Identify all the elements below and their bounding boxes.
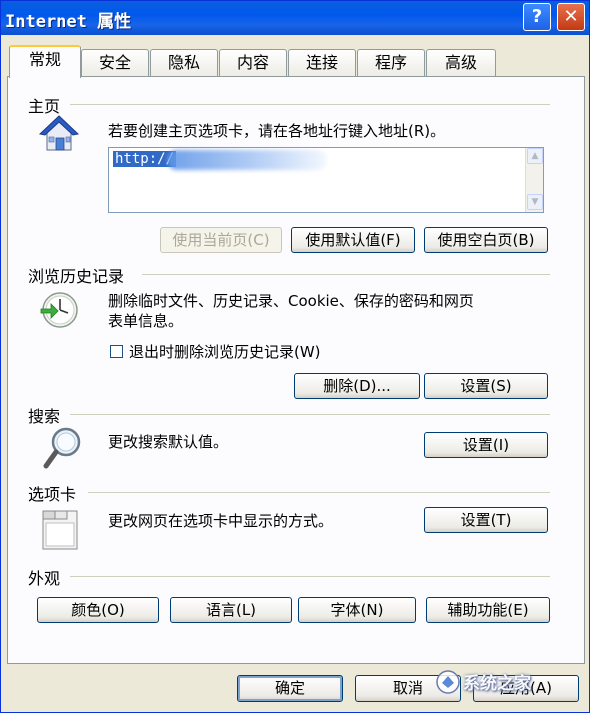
search-settings-button[interactable]: 设置(I) [424, 432, 548, 458]
search-magnifier-icon [43, 427, 81, 469]
tab-privacy[interactable]: 隐私 [150, 49, 218, 77]
homepage-scrollbar[interactable]: ▲ ▼ [525, 148, 543, 212]
home-icon [38, 115, 80, 151]
use-default-button[interactable]: 使用默认值(F) [291, 227, 415, 253]
watermark-text: 系统之家 [463, 674, 531, 694]
delete-on-exit-checkbox[interactable] [110, 345, 123, 358]
tab-connections[interactable]: 连接 [288, 49, 356, 77]
help-button[interactable]: ? [523, 3, 551, 31]
history-clock-icon [40, 292, 78, 328]
search-divider [70, 414, 550, 415]
close-button[interactable]: ✕ [557, 3, 585, 31]
tab-security[interactable]: 安全 [81, 49, 149, 77]
history-description-line2: 表单信息。 [108, 312, 184, 330]
tab-programs[interactable]: 程序 [357, 49, 425, 77]
fonts-button[interactable]: 字体(N) [298, 597, 416, 623]
internet-properties-dialog: Internet 属性 ? ✕ 常规 安全 隐私 内容 连接 程序 高级 主页 … [0, 0, 590, 713]
title-bar[interactable]: Internet 属性 ? ✕ [1, 1, 589, 35]
homepage-address-input[interactable]: http:// ▲ ▼ [108, 147, 544, 213]
redacted-url-blur [167, 150, 327, 170]
homepage-instruction: 若要创建主页选项卡，请在各地址行键入地址(R)。 [108, 122, 446, 140]
tabs-description: 更改网页在选项卡中显示的方式。 [108, 512, 334, 530]
search-section-title: 搜索 [28, 407, 61, 426]
search-description: 更改搜索默认值。 [108, 433, 229, 451]
delete-on-exit-label[interactable]: 退出时删除浏览历史记录(W) [129, 342, 321, 362]
scroll-up-icon[interactable]: ▲ [527, 148, 543, 164]
tabs-settings-button[interactable]: 设置(T) [424, 507, 548, 533]
window-title: Internet 属性 [5, 12, 132, 32]
tab-advanced[interactable]: 高级 [426, 49, 496, 77]
use-current-button[interactable]: 使用当前页(C) [160, 227, 282, 253]
history-description-line1: 删除临时文件、历史记录、Cookie、保存的密码和网页 [108, 292, 474, 310]
accessibility-button[interactable]: 辅助功能(E) [426, 597, 550, 623]
history-divider [142, 274, 550, 275]
tabs-divider [88, 492, 550, 493]
appearance-section-title: 外观 [28, 569, 61, 588]
colors-button[interactable]: 颜色(O) [37, 597, 159, 623]
ok-button[interactable]: 确定 [237, 675, 343, 702]
tab-general[interactable]: 常规 [9, 45, 81, 78]
history-settings-button[interactable]: 设置(S) [424, 373, 548, 399]
tabbed-window-icon [42, 510, 78, 550]
homepage-divider [70, 104, 550, 105]
use-blank-button[interactable]: 使用空白页(B) [424, 227, 548, 253]
scroll-down-icon[interactable]: ▼ [527, 194, 543, 210]
tabs-section-title: 选项卡 [28, 485, 77, 504]
watermark-logo-icon [436, 670, 460, 694]
general-tab-panel: 主页 若要创建主页选项卡，请在各地址行键入地址(R)。 http:// ▲ ▼ … [7, 76, 585, 664]
tab-content[interactable]: 内容 [219, 49, 287, 77]
delete-history-button[interactable]: 删除(D)... [294, 373, 420, 399]
appearance-divider [70, 576, 550, 577]
languages-button[interactable]: 语言(L) [170, 597, 292, 623]
history-section-title: 浏览历史记录 [28, 267, 125, 286]
